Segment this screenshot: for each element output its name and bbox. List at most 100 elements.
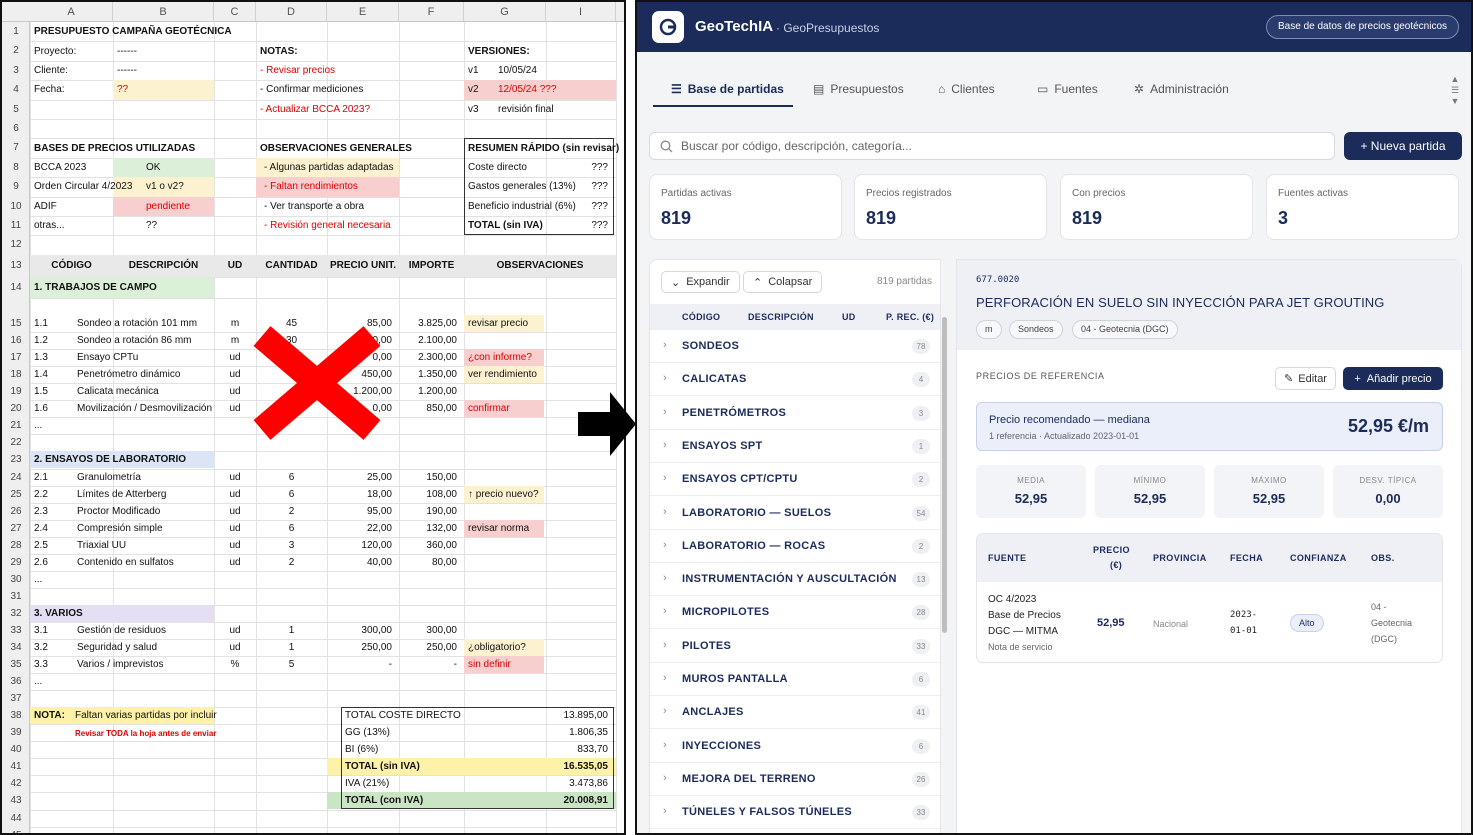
- cell-text[interactable]: Fecha:: [34, 81, 114, 98]
- cell-text[interactable]: 2.300,00: [399, 349, 457, 366]
- column-title[interactable]: OBSERVACIONES: [464, 257, 616, 274]
- row-header[interactable]: 2: [2, 41, 30, 60]
- cell-text[interactable]: OK: [146, 159, 206, 176]
- price-database-button[interactable]: Base de datos de precios geotécnicos: [1266, 15, 1459, 39]
- cell-text[interactable]: 5: [256, 656, 327, 673]
- cell-text[interactable]: ...: [34, 417, 74, 434]
- cell-text[interactable]: TOTAL (sin IVA): [468, 217, 583, 234]
- cell-text[interactable]: 2.4: [34, 520, 74, 537]
- cell-text[interactable]: - Faltan rendimientos: [264, 178, 454, 195]
- column-header-b[interactable]: B: [113, 2, 214, 22]
- cell-text[interactable]: 6: [256, 520, 327, 537]
- total-value[interactable]: 13.895,00: [532, 707, 609, 724]
- row-header[interactable]: 19: [2, 383, 30, 400]
- cell-text[interactable]: Orden Circular 4/2023: [34, 178, 132, 195]
- row-header[interactable]: 36: [2, 673, 30, 690]
- row-header[interactable]: 21: [2, 417, 30, 434]
- row-header[interactable]: 29: [2, 554, 30, 571]
- cell-text[interactable]: ------: [117, 62, 207, 79]
- cell-text[interactable]: 3: [256, 537, 327, 554]
- cell-text[interactable]: ???: [580, 217, 608, 234]
- app-logo[interactable]: [652, 11, 684, 43]
- cell-text[interactable]: - Ver transporte a obra: [264, 198, 454, 215]
- cell-text[interactable]: Movilización / Desmovilización: [77, 400, 217, 417]
- cell-text[interactable]: revisar norma: [468, 520, 548, 537]
- cell-text[interactable]: 2.5: [34, 537, 74, 554]
- cell-text[interactable]: ------: [117, 43, 207, 60]
- cell-text[interactable]: 12/05/24 ???: [498, 81, 608, 98]
- cell-text[interactable]: ...: [34, 571, 74, 588]
- add-price-button[interactable]: + Añadir precio: [1343, 367, 1443, 390]
- tab-fuentes[interactable]: ▭ Fuentes: [1037, 82, 1098, 96]
- row-header[interactable]: 26: [2, 503, 30, 520]
- row-header[interactable]: 43: [2, 792, 30, 809]
- cell-text[interactable]: 3.2: [34, 639, 74, 656]
- cell-text[interactable]: Triaxial UU: [77, 537, 217, 554]
- cell-text[interactable]: Calicata mecánica: [77, 383, 217, 400]
- category-row[interactable]: › PENETRÓMETROS 3: [650, 397, 940, 430]
- total-label[interactable]: BI (6%): [345, 741, 505, 758]
- nota-red-text[interactable]: Revisar TODA la hoja antes de enviar: [75, 725, 216, 742]
- row-header[interactable]: 40: [2, 741, 30, 758]
- category-row[interactable]: › SONDEOS 78: [650, 330, 940, 363]
- cell-text[interactable]: 2.2: [34, 486, 74, 503]
- cell-text[interactable]: ???: [580, 198, 608, 215]
- cell-text[interactable]: ud: [214, 639, 256, 656]
- row-header[interactable]: 9: [2, 177, 30, 196]
- cell-text[interactable]: Granulometría: [77, 469, 217, 486]
- list-header-precio[interactable]: P. REC. (€): [886, 312, 934, 322]
- cell-text[interactable]: Ensayo CPTu: [77, 349, 217, 366]
- row-header[interactable]: 23: [2, 451, 30, 468]
- list-scrollbar[interactable]: [942, 317, 947, 633]
- cell-text[interactable]: Gastos generales (13%): [468, 178, 583, 195]
- row-header[interactable]: 33: [2, 622, 30, 639]
- cell-text[interactable]: 1.1: [34, 315, 74, 332]
- row-header[interactable]: 41: [2, 758, 30, 775]
- cell-text[interactable]: 250,00: [399, 639, 457, 656]
- tab-scroll-control[interactable]: ▲ ☰ ▼: [1449, 74, 1461, 108]
- cell-text[interactable]: Faltan varias partidas por incluir: [75, 707, 217, 724]
- cell-text[interactable]: ...: [34, 673, 74, 690]
- cell-text[interactable]: 1: [256, 622, 327, 639]
- cell-text[interactable]: Coste directo: [468, 159, 583, 176]
- row-header[interactable]: 14: [2, 277, 30, 299]
- row-header[interactable]: 22: [2, 434, 30, 451]
- cell-text[interactable]: -: [399, 656, 457, 673]
- cell-text[interactable]: 2: [256, 554, 327, 571]
- cell-text[interactable]: BCCA 2023: [34, 159, 114, 176]
- section-title[interactable]: 3. VARIOS: [34, 605, 204, 622]
- category-row[interactable]: › LABORATORIO — SUELOS 54: [650, 497, 940, 530]
- cell-text[interactable]: 190,00: [399, 503, 457, 520]
- th-precio-unit[interactable]: (€): [1110, 560, 1122, 570]
- row-header[interactable]: 42: [2, 775, 30, 792]
- row-header[interactable]: 1: [2, 22, 30, 41]
- column-title[interactable]: CÓDIGO: [30, 257, 113, 274]
- cell-text[interactable]: 150,00: [399, 469, 457, 486]
- section-title[interactable]: 2. ENSAYOS DE LABORATORIO: [34, 451, 214, 468]
- cell-text[interactable]: v2: [468, 81, 493, 98]
- collapse-button[interactable]: ⌃ Colapsar: [743, 271, 823, 293]
- row-header[interactable]: 5: [2, 100, 30, 119]
- total-value[interactable]: 833,70: [532, 741, 608, 758]
- row-header[interactable]: 7: [2, 138, 30, 157]
- cell-text[interactable]: 18,00: [327, 486, 392, 503]
- tab-presupuestos[interactable]: ▤ Presupuestos: [813, 82, 904, 96]
- row-header[interactable]: 28: [2, 537, 30, 554]
- th-obs[interactable]: OBS.: [1371, 553, 1395, 563]
- category-row[interactable]: › PILOTES 33: [650, 630, 940, 663]
- list-header-descripcion[interactable]: DESCRIPCIÓN: [748, 312, 814, 322]
- row-header[interactable]: 45: [2, 827, 30, 833]
- cell-text[interactable]: 6: [256, 469, 327, 486]
- cell-text[interactable]: Varios / imprevistos: [77, 656, 217, 673]
- th-fecha[interactable]: FECHA: [1230, 553, 1263, 563]
- list-header-ud[interactable]: UD: [842, 312, 856, 322]
- cell-text[interactable]: 40,00: [327, 554, 392, 571]
- row-header[interactable]: 13: [2, 255, 30, 277]
- total-value[interactable]: 3.473,86: [532, 775, 608, 792]
- cell-text[interactable]: 1.3: [34, 349, 74, 366]
- category-row[interactable]: › INSTRUMENTACIÓN Y AUSCULTACIÓN 13: [650, 563, 940, 597]
- row-header[interactable]: 18: [2, 366, 30, 383]
- cell-text[interactable]: NOTAS:: [260, 43, 320, 60]
- tab-clientes[interactable]: ⌂ Clientes: [938, 82, 995, 96]
- category-row[interactable]: › CALICATAS 4: [650, 363, 940, 397]
